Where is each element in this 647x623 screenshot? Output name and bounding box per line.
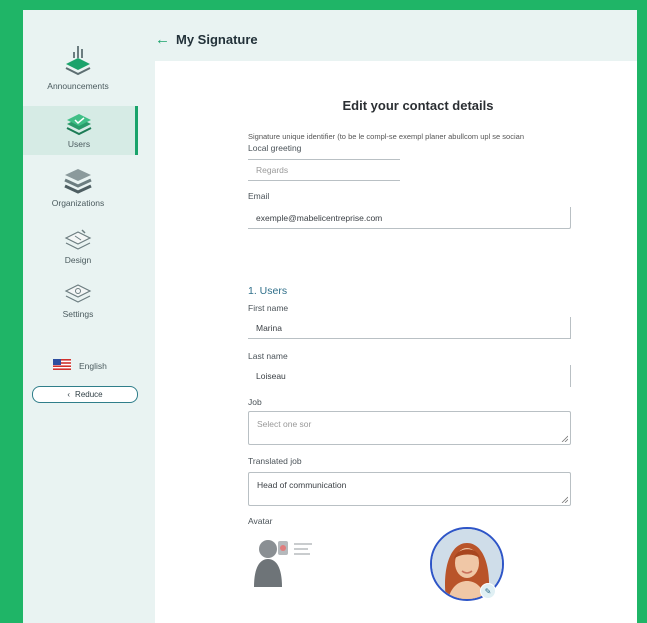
signature-identifier-note: Signature unique identifier (to be le co…	[248, 132, 524, 141]
sidebar-item-settings[interactable]: Settings	[23, 282, 133, 319]
job-select[interactable]: Select one sor	[248, 411, 571, 445]
users-icon	[64, 112, 94, 136]
translated-job-textarea[interactable]: Head of communication	[248, 472, 571, 506]
sidebar: Announcements Users Organizations Design…	[23, 10, 155, 623]
sidebar-item-design[interactable]: Design	[23, 228, 133, 265]
last-name-input[interactable]: Loiseau	[248, 365, 571, 387]
resize-handle-icon[interactable]	[561, 496, 568, 503]
top-bar: ← My Signature	[155, 10, 637, 61]
first-name-input[interactable]: Marina	[248, 317, 571, 339]
email-input[interactable]: exemple@mabelicentreprise.com	[248, 207, 571, 229]
section-title: 1. Users	[248, 285, 288, 297]
email-label: Email	[248, 191, 270, 201]
pencil-icon: ✎	[484, 586, 492, 596]
announcements-icon	[63, 44, 93, 78]
settings-icon	[63, 282, 93, 306]
avatar-label: Avatar	[248, 516, 273, 526]
main-content: Edit your contact details Signature uniq…	[155, 61, 637, 623]
sidebar-item-organizations[interactable]: Organizations	[23, 167, 133, 208]
local-greeting-label: Local greeting	[248, 143, 302, 153]
language-selector[interactable]: English	[53, 359, 107, 372]
job-label: Job	[248, 397, 262, 407]
page-title: My Signature	[176, 32, 258, 47]
edit-avatar-button[interactable]: ✎	[480, 583, 496, 599]
local-greeting-input[interactable]: Regards	[248, 159, 400, 181]
back-to-my-signature-link[interactable]: ← My Signature	[155, 31, 258, 48]
sidebar-item-label: Users	[67, 139, 91, 149]
reduce-sidebar-button[interactable]: ‹ Reduce	[32, 386, 138, 403]
sidebar-item-announcements[interactable]: Announcements	[23, 44, 133, 91]
sidebar-item-users[interactable]: Users	[23, 106, 138, 155]
sidebar-item-label: Organizations	[51, 198, 105, 208]
app-window: Announcements Users Organizations Design…	[23, 10, 637, 623]
avatar-placeholder-illustration	[248, 531, 328, 594]
job-placeholder: Select one sor	[257, 419, 312, 429]
translated-job-label: Translated job	[248, 456, 302, 466]
form-heading: Edit your contact details	[342, 98, 494, 113]
arrow-left-icon: ←	[155, 31, 170, 48]
us-flag-icon	[53, 359, 71, 372]
translated-job-value: Head of communication	[257, 480, 347, 490]
chevron-left-icon: ‹	[67, 390, 71, 399]
organizations-icon	[62, 167, 94, 195]
resize-handle-icon[interactable]	[561, 435, 568, 442]
last-name-label: Last name	[248, 351, 288, 361]
design-icon	[63, 228, 93, 252]
first-name-label: First name	[248, 303, 289, 313]
sidebar-item-label: Announcements	[47, 81, 109, 91]
reduce-label: Reduce	[75, 390, 103, 399]
sidebar-item-label: Settings	[62, 309, 94, 319]
language-label: English	[79, 360, 107, 371]
sidebar-item-label: Design	[64, 255, 92, 265]
